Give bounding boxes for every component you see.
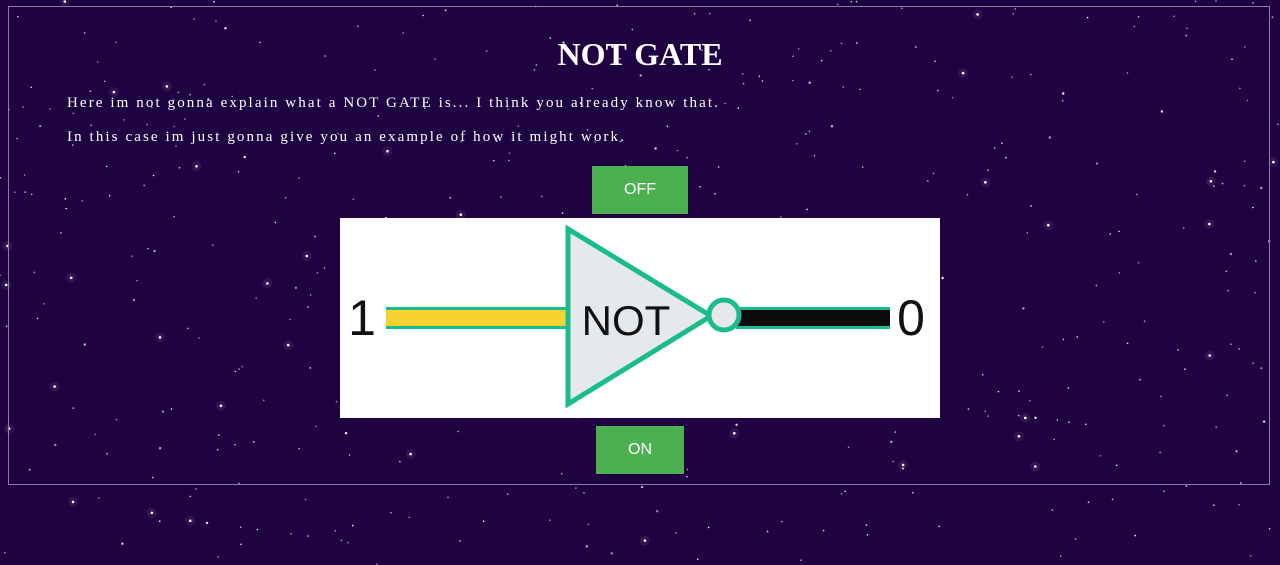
input-wire-fill <box>386 310 568 326</box>
output-value-label: 0 <box>897 290 925 346</box>
input-value-label: 1 <box>348 290 376 346</box>
gate-label: NOT <box>582 297 671 344</box>
off-button[interactable]: OFF <box>592 166 688 214</box>
not-gate-diagram: 1 NOT 0 <box>340 218 940 418</box>
on-button[interactable]: ON <box>596 426 684 474</box>
page-title: NOT GATE <box>557 36 723 72</box>
output-wire-fill <box>736 310 890 326</box>
intro-text-line-1: Here im not gonna explain what a NOT GAT… <box>67 95 720 111</box>
intro-text-line-2: In this case im just gonna give you an e… <box>67 129 626 145</box>
inverter-bubble <box>706 297 742 333</box>
